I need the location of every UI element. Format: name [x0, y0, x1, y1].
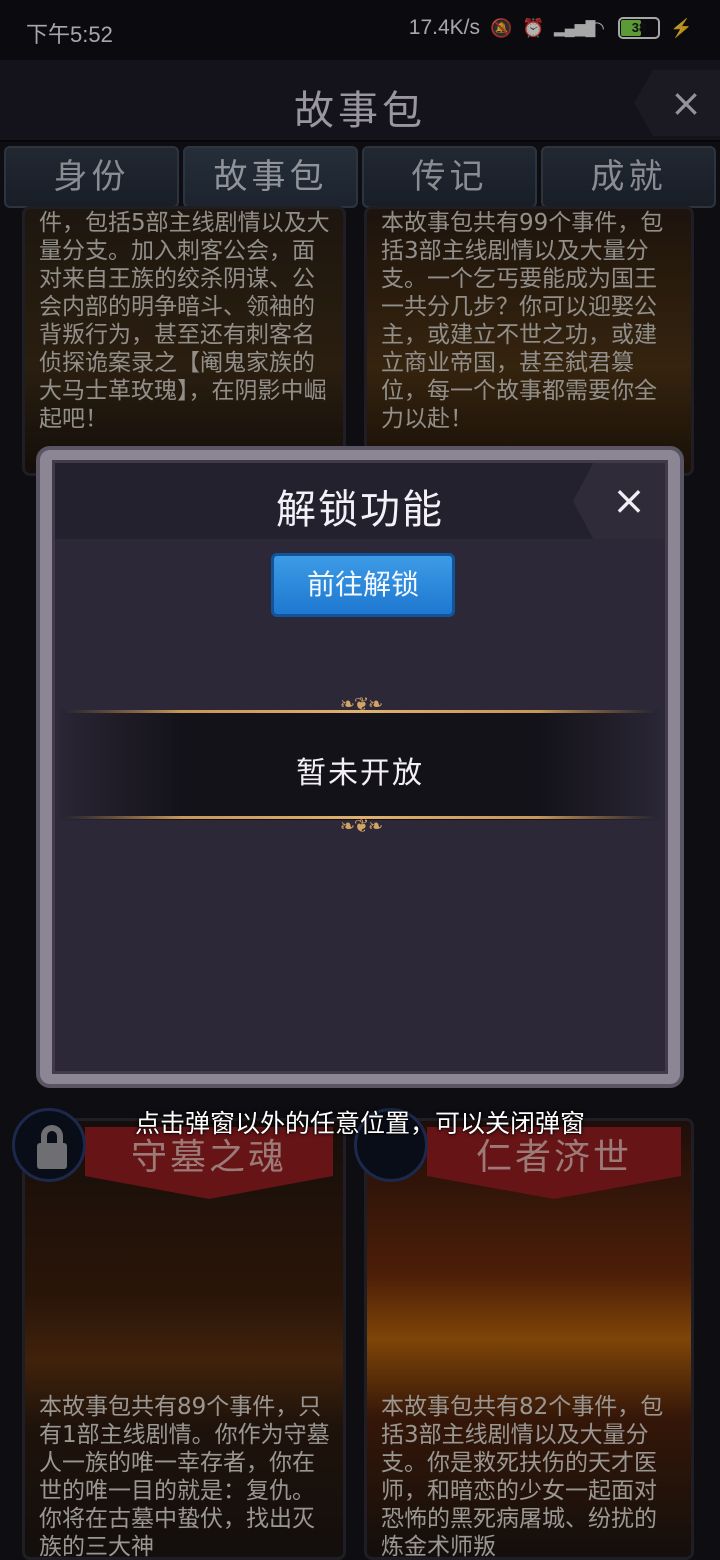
- battery-level: 38: [631, 20, 647, 35]
- go-unlock-button[interactable]: 前往解锁: [271, 553, 455, 617]
- close-icon: ×: [612, 478, 646, 524]
- modal-header: 解锁功能 ×: [55, 463, 665, 539]
- close-hint-text: 点击弹窗以外的任意位置，可以关闭弹窗: [134, 1109, 585, 1138]
- divider: [64, 710, 656, 713]
- modal-title: 解锁功能: [276, 487, 444, 533]
- not-open-text: 暂未开放: [296, 756, 424, 791]
- ornament-icon: ❧❦❧: [339, 816, 383, 837]
